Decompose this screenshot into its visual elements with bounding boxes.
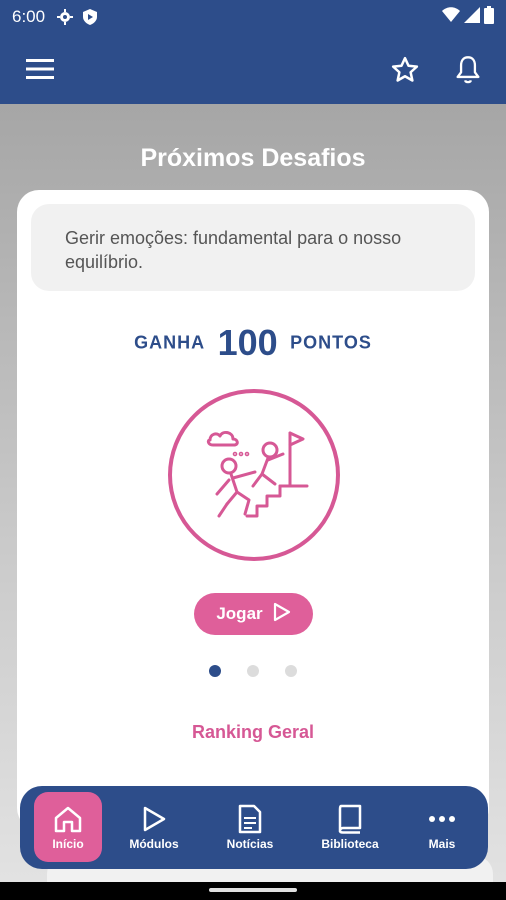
play-icon [141, 804, 167, 834]
nav-item-modulos[interactable]: Módulos [120, 792, 188, 862]
nav-item-label: Mais [428, 836, 456, 851]
home-icon [53, 804, 83, 834]
wifi-icon [442, 7, 460, 27]
nav-item-label: Início [52, 836, 84, 851]
carousel-dot[interactable] [209, 665, 221, 677]
play-button[interactable]: Jogar [194, 593, 313, 635]
ranking-link[interactable]: Ranking Geral [17, 722, 489, 743]
home-gesture-handle[interactable] [209, 888, 297, 892]
carousel-dot[interactable] [285, 665, 297, 677]
climbing-teamwork-icon [167, 388, 341, 562]
nav-item-inicio[interactable]: Início [34, 792, 102, 862]
star-icon[interactable] [386, 51, 424, 89]
system-nav-bar [0, 882, 506, 900]
bottom-navigation: Início Módulos Notícias Biblioteca Mais [20, 786, 488, 869]
nav-item-noticias[interactable]: Notícias [216, 792, 284, 862]
carousel-indicator [17, 665, 489, 677]
nav-item-biblioteca[interactable]: Biblioteca [316, 792, 384, 862]
shield-icon [83, 9, 98, 25]
main-content: Próximos Desafios Gerir emoções: fundame… [0, 104, 506, 896]
section-title: Próximos Desafios [140, 144, 366, 172]
document-icon [238, 804, 262, 834]
status-bar: 6:00 [0, 0, 506, 34]
play-button-label: Jogar [216, 604, 263, 623]
book-icon [337, 804, 363, 834]
nav-item-label: Notícias [226, 836, 274, 851]
points-prefix: GANHA [134, 332, 206, 353]
bell-icon[interactable] [449, 51, 487, 89]
points-value: 100 [217, 322, 278, 363]
carousel-dot[interactable] [247, 665, 259, 677]
signal-icon [464, 6, 480, 28]
play-arrow-icon [273, 602, 291, 627]
points-reward: GANHA 100 PONTOS [17, 322, 489, 364]
status-time: 6:00 [12, 7, 46, 26]
challenge-text: Gerir emoções: fundamental para o nosso … [31, 204, 475, 291]
app-bar [0, 34, 506, 104]
more-icon [428, 804, 456, 834]
points-suffix: PONTOS [290, 332, 372, 353]
nav-item-label: Biblioteca [321, 836, 379, 851]
nav-item-label: Módulos [129, 836, 179, 851]
battery-icon [484, 5, 494, 29]
challenge-card: Gerir emoções: fundamental para o nosso … [17, 190, 493, 896]
nav-item-mais[interactable]: Mais [408, 792, 476, 862]
settings-icon [57, 9, 74, 25]
menu-icon[interactable] [22, 53, 58, 85]
